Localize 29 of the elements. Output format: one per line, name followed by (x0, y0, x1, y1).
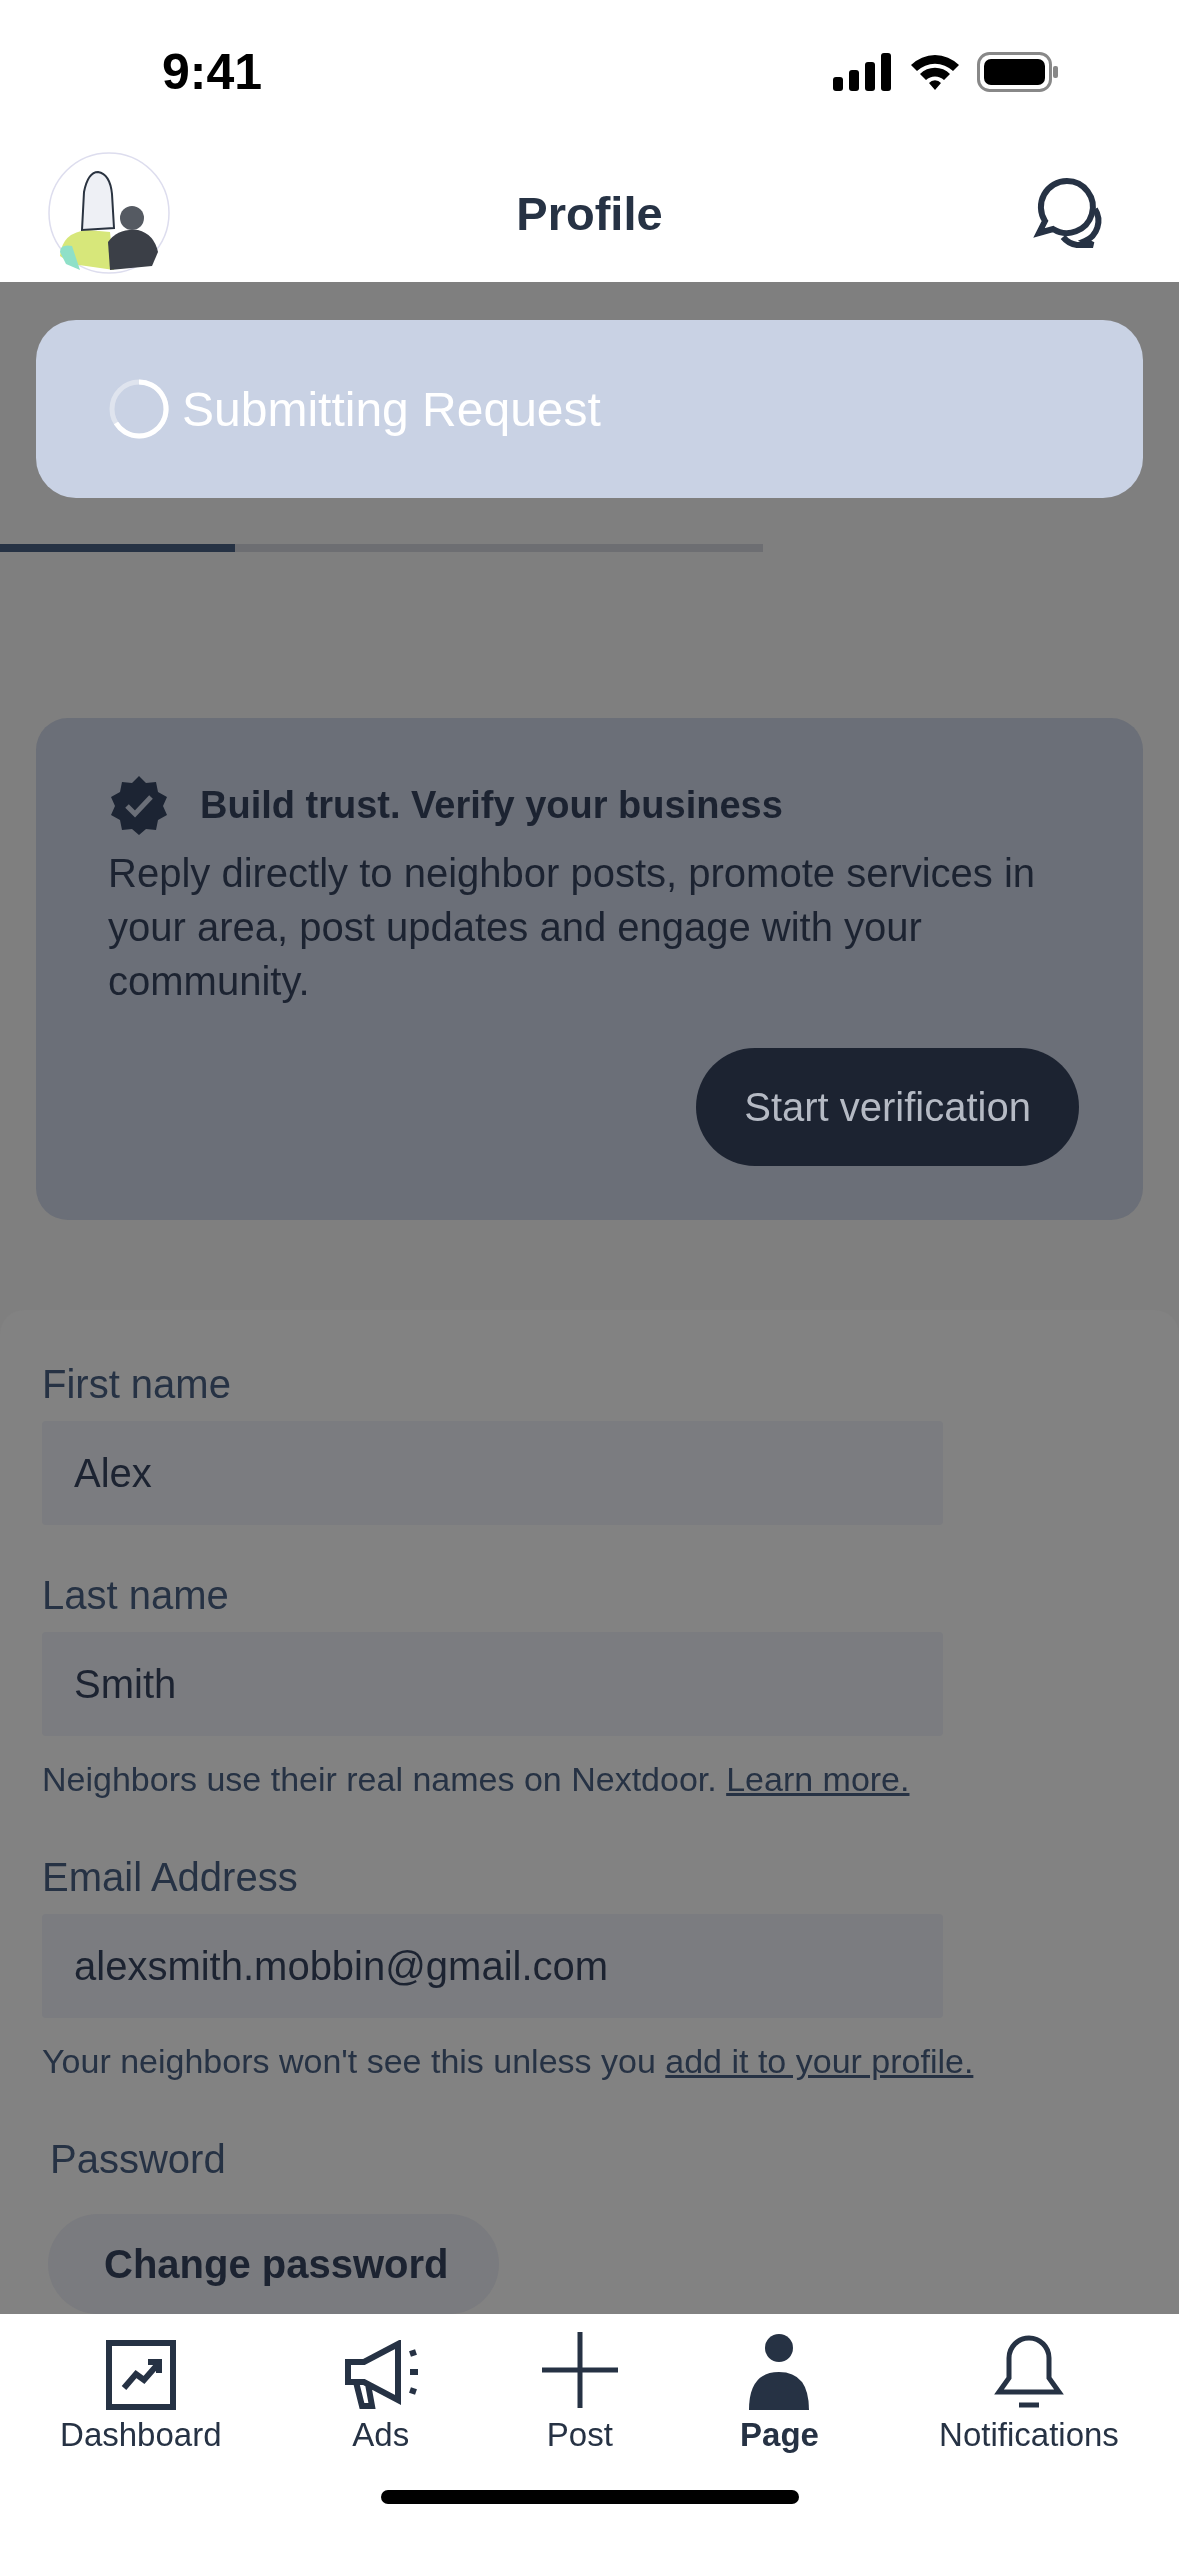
field-label: First name (42, 1362, 231, 1408)
plus-icon (539, 2330, 620, 2411)
verified-badge-icon (108, 774, 170, 837)
input-field[interactable]: alexsmith.mobbin@gmail.com (42, 1914, 943, 2019)
page-title: Profile (516, 186, 663, 241)
nav-tab[interactable]: Notifications (939, 2314, 1119, 2455)
change-password-button[interactable]: Change password (48, 2214, 499, 2315)
battery-icon (977, 52, 1059, 93)
field-hint: Neighbors use their real names on Nextdoor. Learn more. (42, 1760, 910, 1800)
signal-icon (833, 53, 893, 92)
field-hint: Your neighbors won't see this unless you add it to your profile. (42, 2042, 974, 2082)
nav-tab[interactable]: Ads (341, 2314, 420, 2455)
avatar-drawing[interactable] (48, 152, 170, 275)
person-icon (748, 2334, 811, 2411)
card-description: Reply directly to neighbor posts, promote services in your area, post updates and engage with your community. (108, 850, 1037, 1006)
spinner-icon (108, 378, 170, 441)
status-time: 9:41 (162, 43, 263, 102)
field-label: Password (50, 2137, 226, 2183)
field-label: Last name (42, 1573, 229, 1619)
nav-tab[interactable]: Dashboard (60, 2314, 222, 2455)
wifi-icon (909, 53, 961, 92)
field-label: Email Address (42, 1855, 298, 1901)
input-field[interactable]: Alex (42, 1421, 943, 1526)
nav-tab[interactable]: Post (539, 2314, 620, 2455)
start-verification-button[interactable]: Start verification (696, 1048, 1079, 1167)
chart-icon (105, 2340, 176, 2411)
input-field[interactable]: Smith (42, 1632, 943, 1737)
card-title: Build trust. Verify your business (200, 783, 783, 827)
nav-tab[interactable]: Page (740, 2314, 819, 2455)
